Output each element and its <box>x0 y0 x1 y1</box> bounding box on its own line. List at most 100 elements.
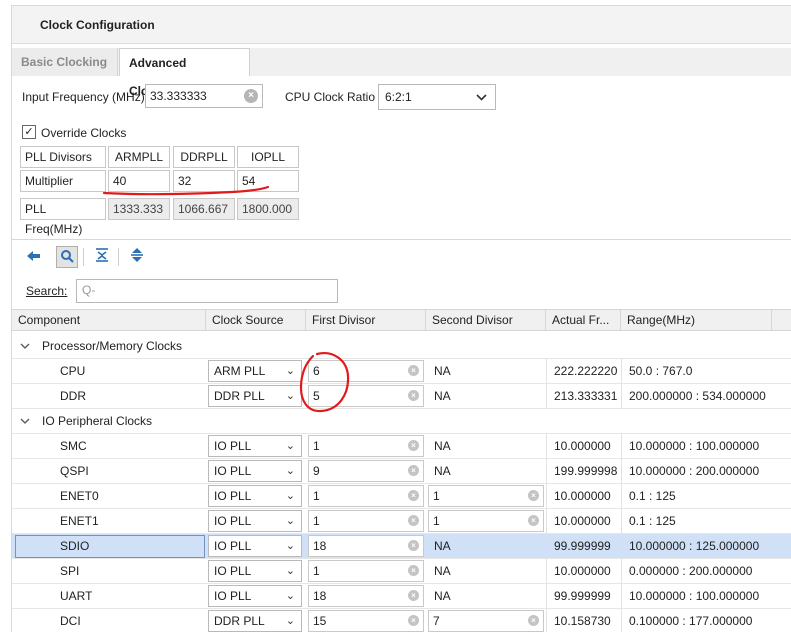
first-divisor-input[interactable]: 9 × <box>308 460 424 482</box>
override-clocks-checkbox[interactable]: ✓ <box>22 125 36 139</box>
clock-source-select[interactable]: IO PLL ⌄ <box>208 485 302 507</box>
column-divider <box>546 559 547 584</box>
collapse-all-icon[interactable] <box>91 246 113 268</box>
clock-source-select[interactable]: IO PLL ⌄ <box>208 560 302 582</box>
clear-icon[interactable]: × <box>408 440 419 451</box>
clock-source-value: ARM PLL <box>214 364 266 378</box>
column-divider <box>621 559 622 584</box>
search-icon[interactable] <box>56 246 78 268</box>
second-divisor-input[interactable]: 7 × <box>428 610 544 632</box>
first-divisor-value: 1 <box>313 514 320 528</box>
table-row[interactable]: ENET1 IO PLL ⌄ 1 × 1 × 10.000000 0.1 : 125 <box>12 509 791 534</box>
chevron-down-icon[interactable] <box>20 409 30 434</box>
header-component[interactable]: Component <box>12 310 206 331</box>
actual-frequency: 222.222220 <box>554 364 618 378</box>
header-first-divisor[interactable]: First Divisor <box>306 310 426 331</box>
tab-advanced-clocking[interactable]: Advanced Clocking <box>119 48 250 98</box>
table-row[interactable]: UART IO PLL ⌄ 18 × NA 99.999999 10.000000 … <box>12 584 791 609</box>
range-value: 200.000000 : 534.000000 <box>629 389 766 403</box>
actual-frequency: 10.000000 <box>554 564 611 578</box>
component-name: DDR <box>60 389 86 403</box>
clear-icon[interactable]: × <box>408 590 419 601</box>
table-row[interactable]: SPI IO PLL ⌄ 1 × NA 10.000000 0.000000 : 2… <box>12 559 791 584</box>
search-input[interactable]: Q- <box>76 279 338 303</box>
actual-frequency: 99.999999 <box>554 589 611 603</box>
second-divisor-value: NA <box>434 389 451 403</box>
clear-icon[interactable]: × <box>528 615 539 626</box>
group-row-io[interactable]: IO Peripheral Clocks <box>12 409 791 434</box>
clear-icon[interactable]: × <box>408 490 419 501</box>
clear-icon[interactable]: × <box>408 565 419 576</box>
chevron-down-icon: ⌄ <box>285 465 295 477</box>
first-divisor-input[interactable]: 18 × <box>308 585 424 607</box>
column-divider <box>621 584 622 609</box>
title-bar: Clock Configuration <box>12 6 791 44</box>
clear-icon[interactable]: × <box>408 515 419 526</box>
clear-icon[interactable]: × <box>408 615 419 626</box>
armpll-header: ARMPLL <box>108 146 170 168</box>
second-divisor-value: NA <box>434 564 451 578</box>
clear-icon[interactable]: × <box>408 365 419 376</box>
iopll-header: IOPLL <box>237 146 299 168</box>
component-name: QSPI <box>60 464 89 478</box>
clock-source-select[interactable]: DDR PLL ⌄ <box>208 610 302 632</box>
clock-source-select[interactable]: IO PLL ⌄ <box>208 585 302 607</box>
column-divider <box>546 484 547 509</box>
clock-source-select[interactable]: IO PLL ⌄ <box>208 510 302 532</box>
group-row-processor[interactable]: Processor/Memory Clocks <box>12 334 791 359</box>
clock-source-select[interactable]: IO PLL ⌄ <box>208 535 302 557</box>
tab-strip: Basic Clocking Advanced Clocking <box>12 48 791 98</box>
table-row[interactable]: SMC IO PLL ⌄ 1 × NA 10.000000 10.000000 : … <box>12 434 791 459</box>
clock-source-value: IO PLL <box>214 439 252 453</box>
clock-configuration-window: Clock Configuration Basic Clocking Advan… <box>11 5 791 632</box>
group-label: IO Peripheral Clocks <box>42 414 153 428</box>
clear-icon[interactable]: × <box>408 540 419 551</box>
header-range[interactable]: Range(MHz) <box>621 310 772 331</box>
tab-basic-clocking[interactable]: Basic Clocking <box>12 48 118 76</box>
table-row[interactable]: DCI DDR PLL ⌄ 15 × 7 × 10.158730 0.100000 :… <box>12 609 791 632</box>
second-divisor-input[interactable]: 1 × <box>428 485 544 507</box>
table-row[interactable]: CPU ARM PLL ⌄ 6 × NA 222.222220 50.0 : 767… <box>12 359 791 384</box>
clear-icon[interactable]: × <box>244 89 258 103</box>
expand-all-icon[interactable] <box>126 246 148 268</box>
first-divisor-value: 18 <box>313 539 327 553</box>
component-name: SMC <box>60 439 87 453</box>
clear-icon[interactable]: × <box>528 515 539 526</box>
table-row[interactable]: QSPI IO PLL ⌄ 9 × NA 199.999998 10.000000 … <box>12 459 791 484</box>
header-actual-frequency[interactable]: Actual Fr... <box>546 310 621 331</box>
first-divisor-input[interactable]: 1 × <box>308 485 424 507</box>
first-divisor-input[interactable]: 1 × <box>308 510 424 532</box>
clock-source-select[interactable]: IO PLL ⌄ <box>208 435 302 457</box>
window-title: Clock Configuration <box>40 18 155 32</box>
clock-source-select[interactable]: DDR PLL ⌄ <box>208 385 302 407</box>
header-clock-source[interactable]: Clock Source <box>206 310 306 331</box>
second-divisor-value: NA <box>434 539 451 553</box>
clock-source-select[interactable]: ARM PLL ⌄ <box>208 360 302 382</box>
chevron-down-icon[interactable] <box>20 334 30 359</box>
actual-frequency: 10.000000 <box>554 439 611 453</box>
table-row-selected[interactable]: SDIO IO PLL ⌄ 18 × NA 99.999999 10.000000 … <box>12 534 791 559</box>
clear-icon[interactable]: × <box>408 390 419 401</box>
clock-source-select[interactable]: IO PLL ⌄ <box>208 460 302 482</box>
chevron-down-icon <box>476 85 487 118</box>
table-row[interactable]: DDR DDR PLL ⌄ 5 × NA 213.333331 200.000000… <box>12 384 791 409</box>
first-divisor-input[interactable]: 1 × <box>308 560 424 582</box>
input-frequency-field[interactable]: 33.333333 × <box>145 84 263 108</box>
table-row[interactable]: ENET0 IO PLL ⌄ 1 × 1 × 10.000000 0.1 : 125 <box>12 484 791 509</box>
actual-frequency: 213.333331 <box>554 389 618 403</box>
input-frequency-label: Input Frequency (MHz) <box>22 90 145 104</box>
second-divisor-input[interactable]: 1 × <box>428 510 544 532</box>
component-name: UART <box>60 589 93 603</box>
cpu-clock-ratio-select[interactable]: 6:2:1 <box>378 84 496 110</box>
chevron-down-icon: ⌄ <box>285 540 295 552</box>
back-arrow-icon[interactable] <box>23 246 45 268</box>
clear-icon[interactable]: × <box>408 465 419 476</box>
header-second-divisor[interactable]: Second Divisor <box>426 310 546 331</box>
first-divisor-input[interactable]: 18 × <box>308 535 424 557</box>
first-divisor-input[interactable]: 1 × <box>308 435 424 457</box>
group-label: Processor/Memory Clocks <box>42 339 183 353</box>
first-divisor-input[interactable]: 15 × <box>308 610 424 632</box>
clear-icon[interactable]: × <box>528 490 539 501</box>
component-name: ENET1 <box>60 514 99 528</box>
column-divider <box>621 609 622 632</box>
